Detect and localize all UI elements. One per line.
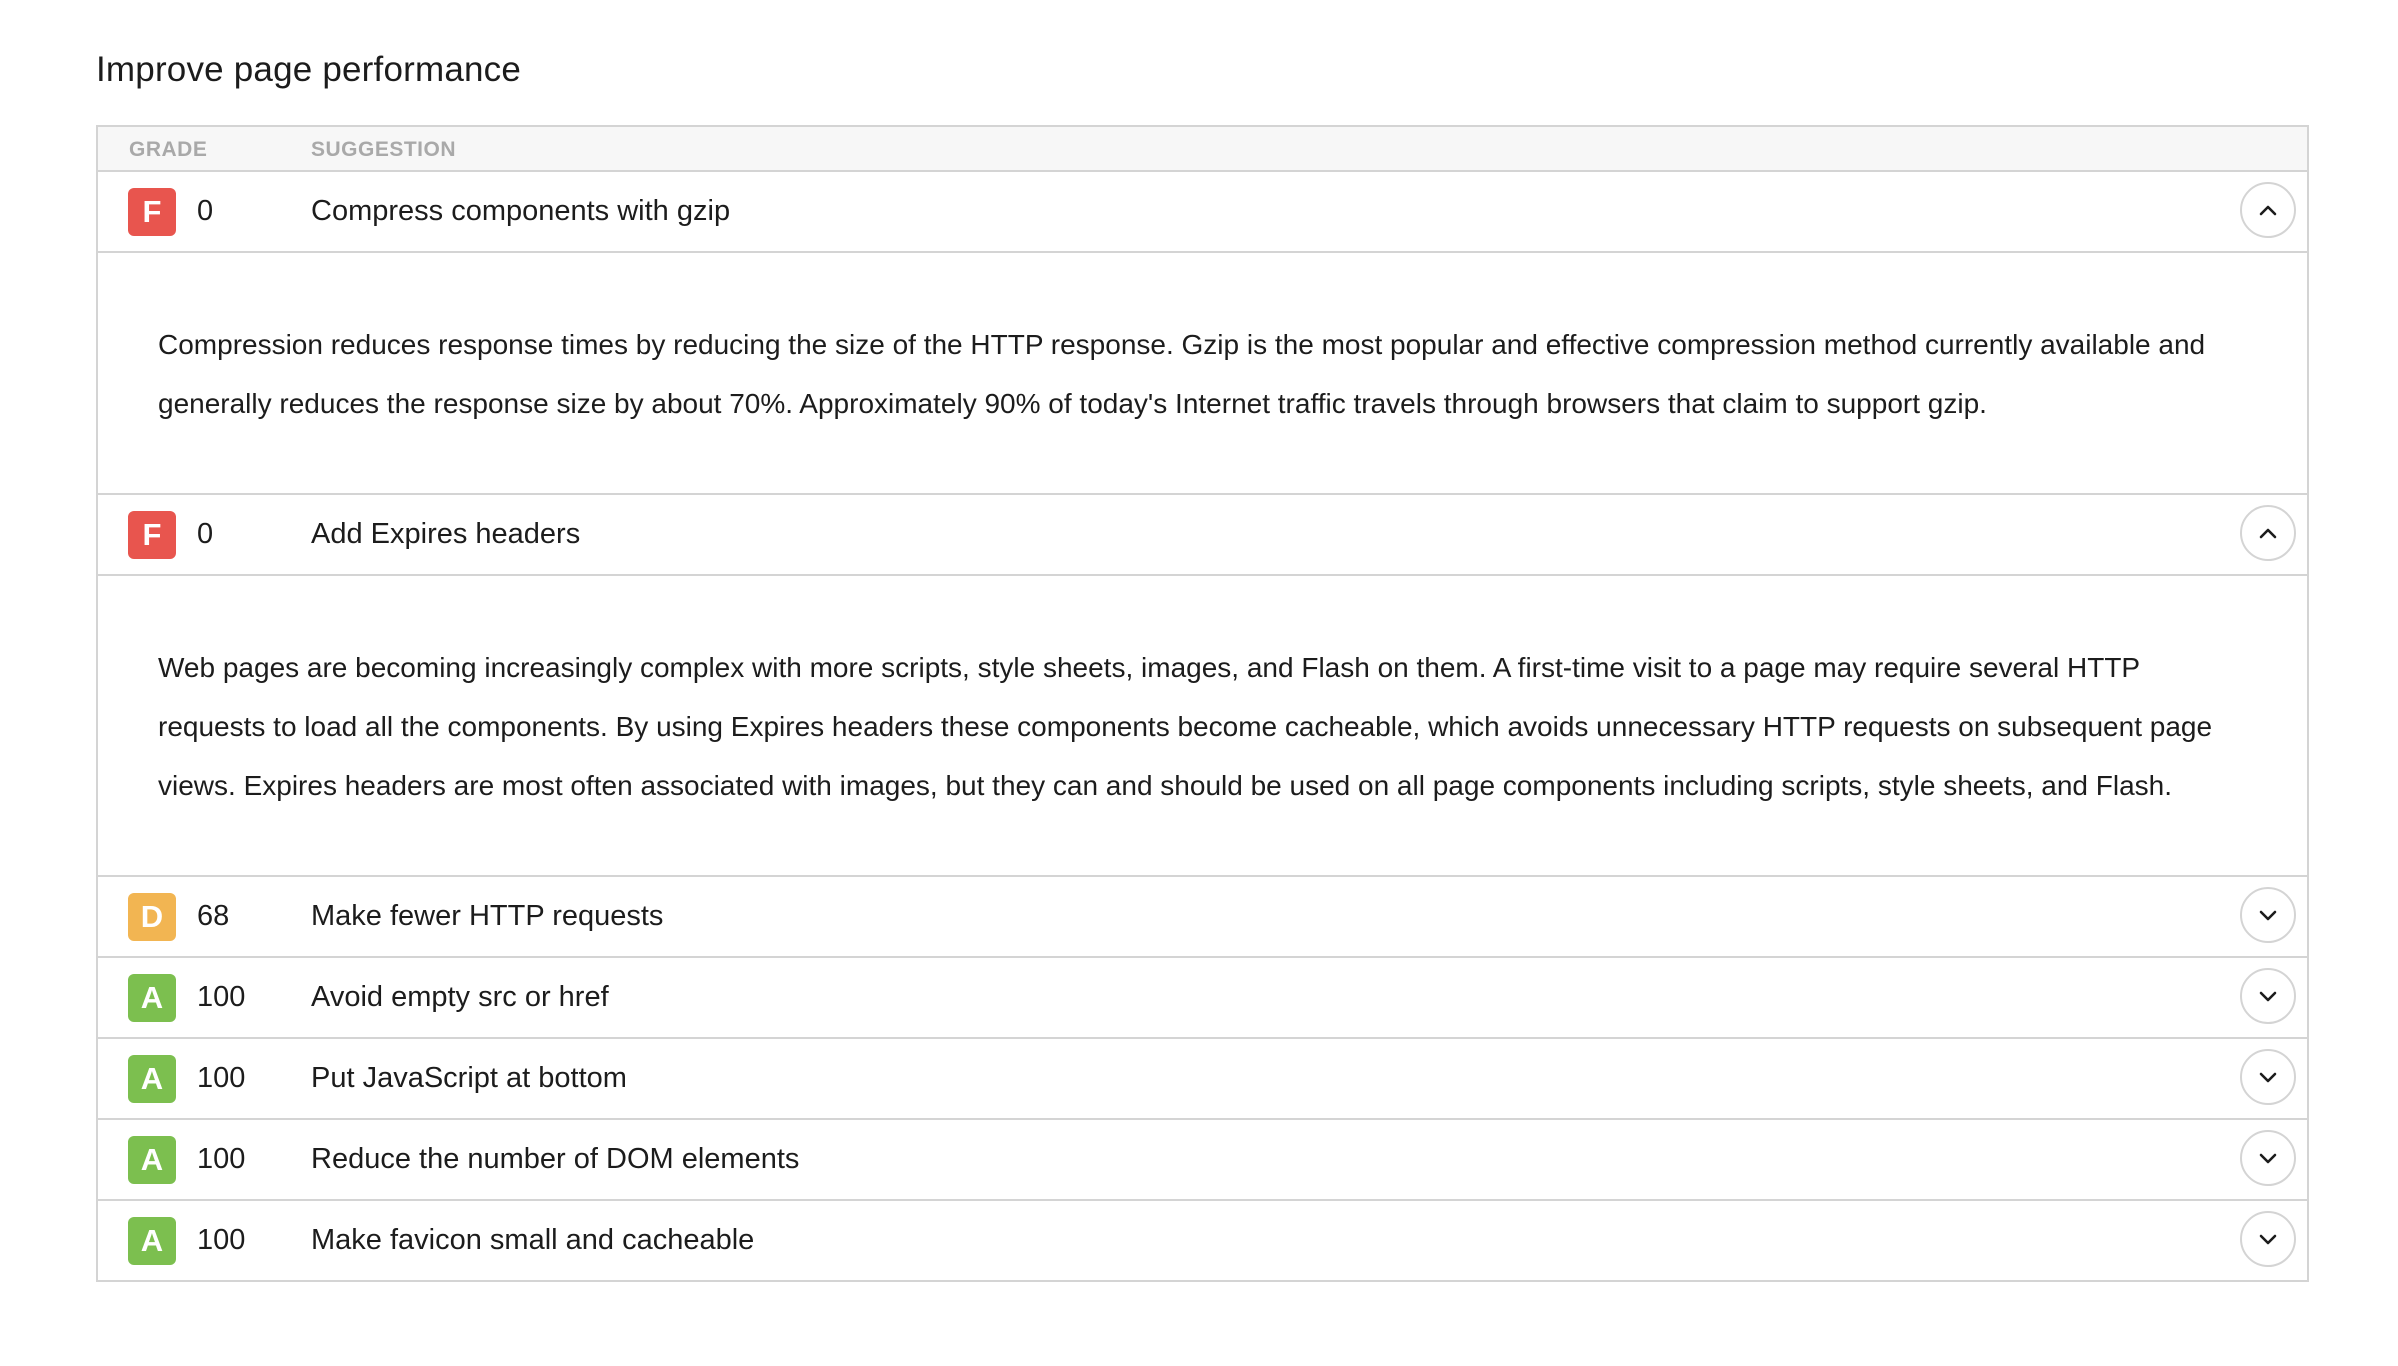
- suggestion-row[interactable]: A 100 Put JavaScript at bottom: [98, 1039, 2307, 1120]
- chevron-down-icon: [2259, 1072, 2277, 1083]
- performance-table: GRADE SUGGESTION F 0 Compress components w…: [96, 125, 2309, 1282]
- chevron-up-icon: [2259, 528, 2277, 539]
- table-body: F 0 Compress components with gzip Compressi…: [98, 172, 2307, 1280]
- suggestion-row[interactable]: F 0 Compress components with gzip: [98, 172, 2307, 253]
- score-value: 0: [197, 195, 214, 227]
- score-value: 68: [197, 900, 230, 932]
- chevron-down-icon: [2259, 1153, 2277, 1164]
- collapse-button[interactable]: [2240, 182, 2296, 238]
- suggestion-row[interactable]: A 100 Make favicon small and cacheable: [98, 1201, 2307, 1280]
- chevron-down-icon: [2259, 991, 2277, 1002]
- suggestion-text: Make fewer HTTP requests: [311, 900, 664, 932]
- grade-badge: A: [128, 1136, 176, 1184]
- score-value: 100: [197, 1224, 246, 1256]
- collapse-button[interactable]: [2240, 505, 2296, 561]
- expand-button[interactable]: [2240, 1130, 2296, 1186]
- suggestion-text: Put JavaScript at bottom: [311, 1062, 627, 1094]
- expand-button[interactable]: [2240, 1049, 2296, 1105]
- suggestion-detail: Web pages are becoming increasingly comp…: [98, 576, 2307, 877]
- expand-button[interactable]: [2240, 887, 2296, 943]
- expand-button[interactable]: [2240, 968, 2296, 1024]
- grade-badge: F: [128, 511, 176, 559]
- grade-badge: A: [128, 974, 176, 1022]
- detail-text: Web pages are becoming increasingly comp…: [158, 652, 2213, 801]
- grade-badge: D: [128, 893, 176, 941]
- table-header: GRADE SUGGESTION: [98, 127, 2307, 172]
- grade-badge: F: [128, 188, 176, 236]
- detail-text: Compression reduces response times by re…: [158, 329, 2206, 419]
- suggestion-row[interactable]: F 0 Add Expires headers: [98, 495, 2307, 576]
- suggestion-row[interactable]: A 100 Avoid empty src or href: [98, 958, 2307, 1039]
- grade-badge: A: [128, 1055, 176, 1103]
- grade-column-header: GRADE: [129, 138, 208, 161]
- suggestion-text: Avoid empty src or href: [311, 981, 609, 1013]
- chevron-up-icon: [2259, 205, 2277, 216]
- suggestion-text: Reduce the number of DOM elements: [311, 1143, 800, 1175]
- suggestion-column-header: SUGGESTION: [311, 138, 457, 161]
- suggestion-text: Add Expires headers: [311, 518, 581, 550]
- suggestion-detail: Compression reduces response times by re…: [98, 253, 2307, 495]
- page-title: Improve page performance: [96, 50, 522, 89]
- suggestion-text: Compress components with gzip: [311, 195, 731, 227]
- expand-button[interactable]: [2240, 1211, 2296, 1267]
- suggestion-text: Make favicon small and cacheable: [311, 1224, 755, 1256]
- chevron-down-icon: [2259, 1234, 2277, 1245]
- suggestion-row[interactable]: A 100 Reduce the number of DOM elements: [98, 1120, 2307, 1201]
- score-value: 0: [197, 518, 214, 550]
- score-value: 100: [197, 1062, 246, 1094]
- chevron-down-icon: [2259, 910, 2277, 921]
- suggestion-row[interactable]: D 68 Make fewer HTTP requests: [98, 877, 2307, 958]
- grade-badge: A: [128, 1217, 176, 1265]
- score-value: 100: [197, 1143, 246, 1175]
- score-value: 100: [197, 981, 246, 1013]
